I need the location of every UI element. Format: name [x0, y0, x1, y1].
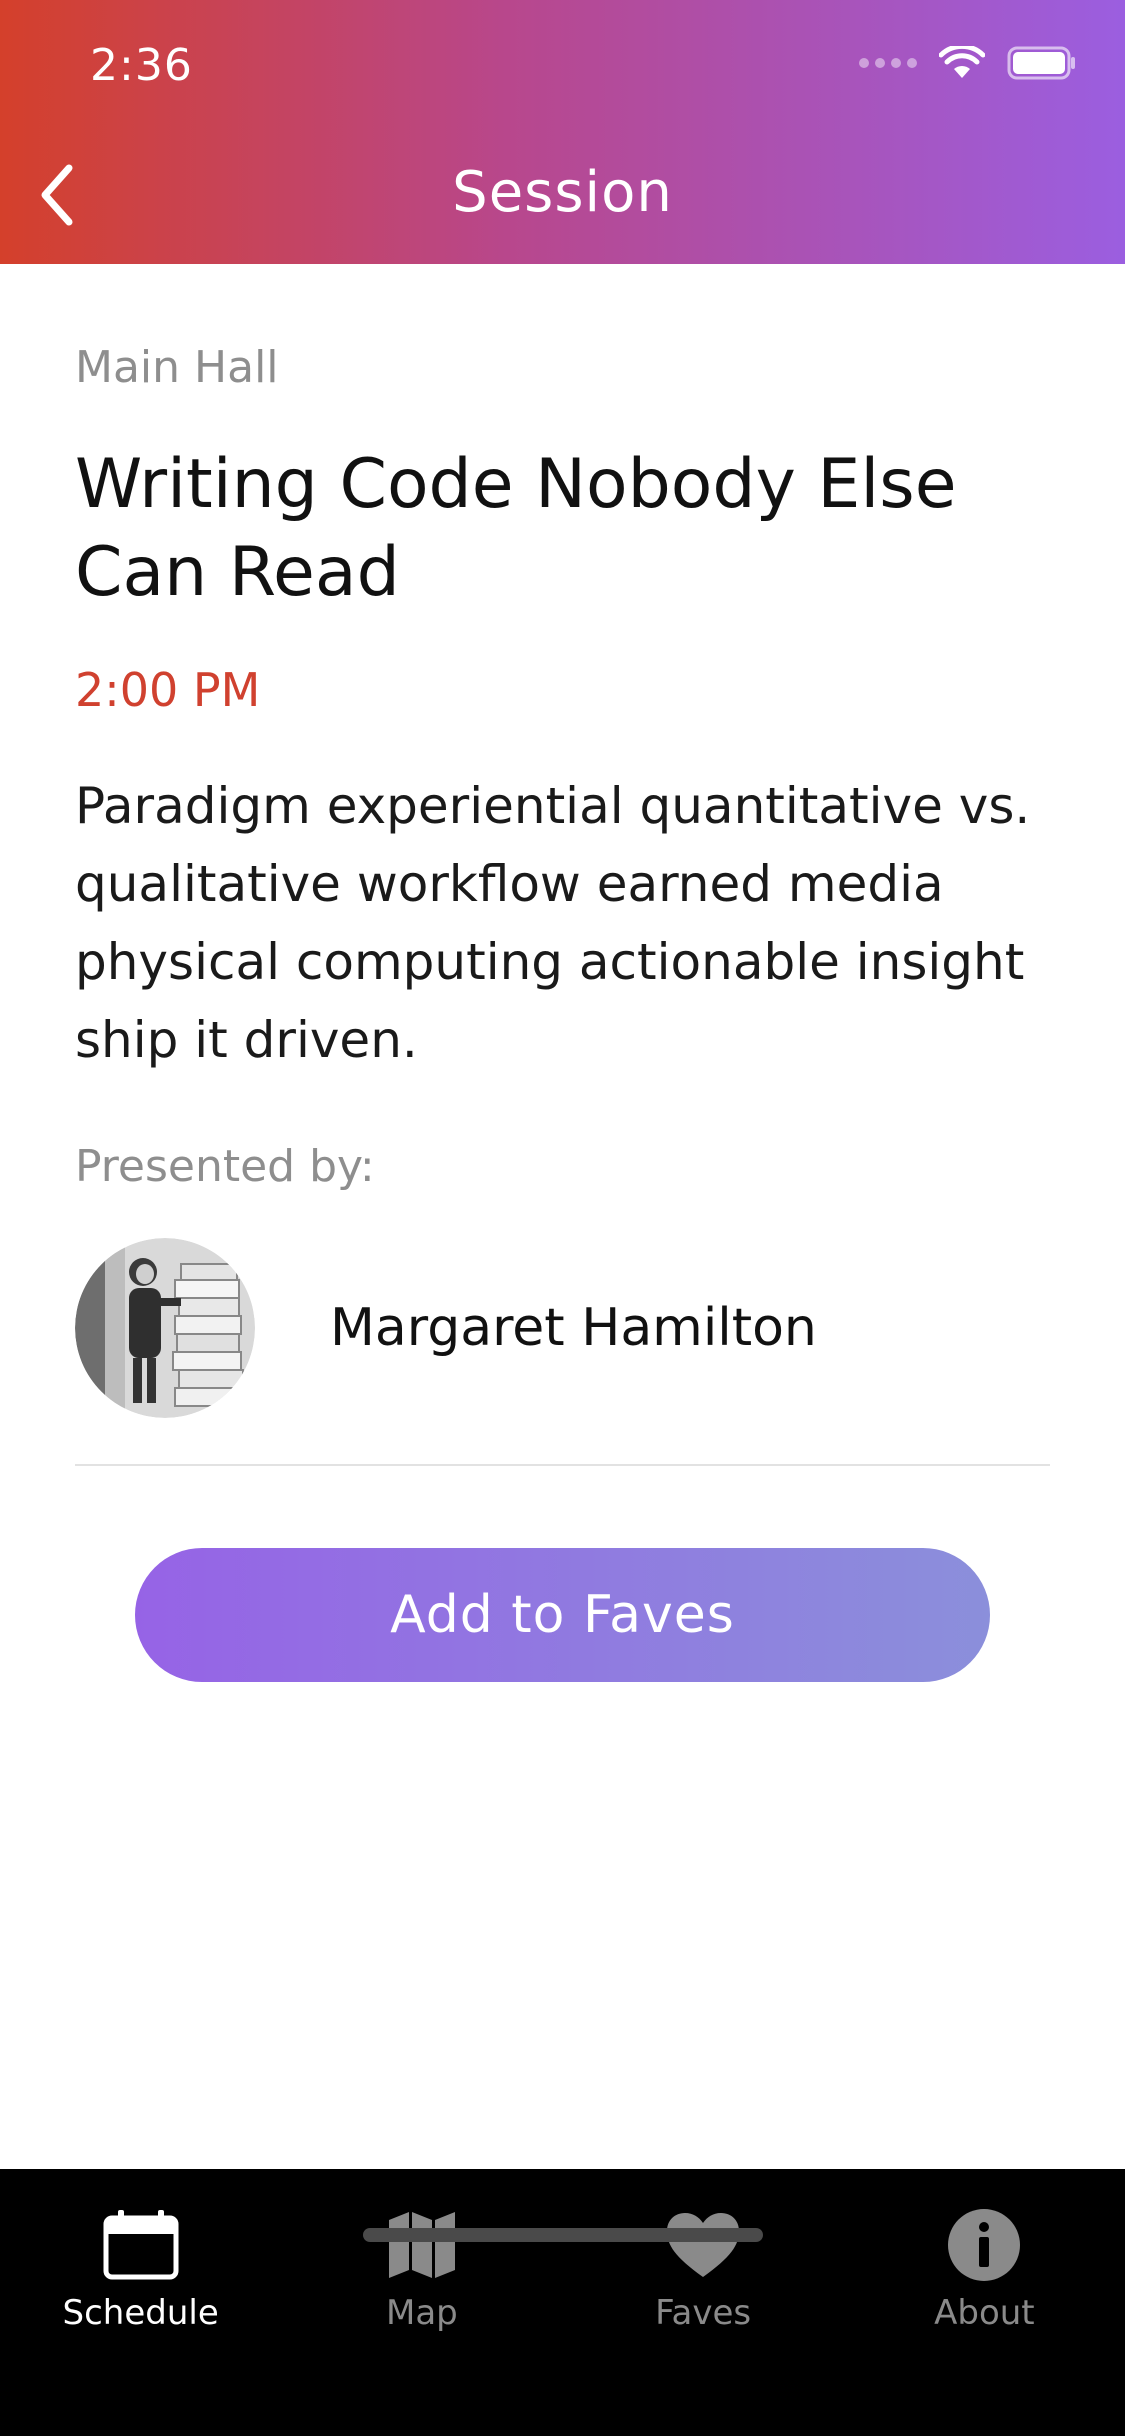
session-time: 2:00 PM — [75, 663, 261, 717]
tab-label: Map — [385, 2293, 458, 2333]
header: 2:36 Session — [0, 0, 1125, 264]
status-time: 2:36 — [90, 40, 193, 91]
tab-label: Schedule — [62, 2293, 219, 2333]
heart-icon — [665, 2205, 741, 2285]
home-indicator[interactable] — [363, 2228, 763, 2242]
session-title: Writing Code Nobody Else Can Read — [75, 445, 957, 612]
session-screen: 2:36 Session Main Hall Writing Code Nobo… — [0, 0, 1125, 2436]
session-description: Paradigm experiential quantitative vs. q… — [75, 777, 1031, 1069]
tab-label: About — [934, 2293, 1035, 2333]
tab-schedule[interactable]: Schedule — [0, 2169, 281, 2349]
info-icon — [948, 2205, 1021, 2285]
calendar-icon — [103, 2205, 179, 2285]
status-icons — [859, 46, 1077, 80]
page-title: Session — [452, 160, 673, 225]
tab-bar: Schedule Map Faves About — [0, 2169, 1125, 2436]
presented-by-label: Presented by: — [75, 1141, 375, 1192]
tab-about[interactable]: About — [844, 2169, 1125, 2349]
wifi-icon — [939, 46, 985, 80]
map-icon — [387, 2205, 457, 2285]
tab-label: Faves — [655, 2293, 752, 2333]
speaker-name: Margaret Hamilton — [330, 1298, 817, 1358]
divider — [75, 1464, 1050, 1466]
tab-map[interactable]: Map — [281, 2169, 562, 2349]
signal-icon — [859, 58, 917, 68]
tab-faves[interactable]: Faves — [563, 2169, 844, 2349]
speaker-item[interactable]: Margaret Hamilton — [75, 1238, 1050, 1418]
session-detail: Main Hall Writing Code Nobody Else Can R… — [75, 264, 1050, 1466]
add-to-faves-button[interactable]: Add to Faves — [135, 1548, 990, 1682]
battery-icon — [1007, 46, 1077, 80]
avatar — [75, 1238, 255, 1418]
session-room: Main Hall — [75, 342, 279, 393]
